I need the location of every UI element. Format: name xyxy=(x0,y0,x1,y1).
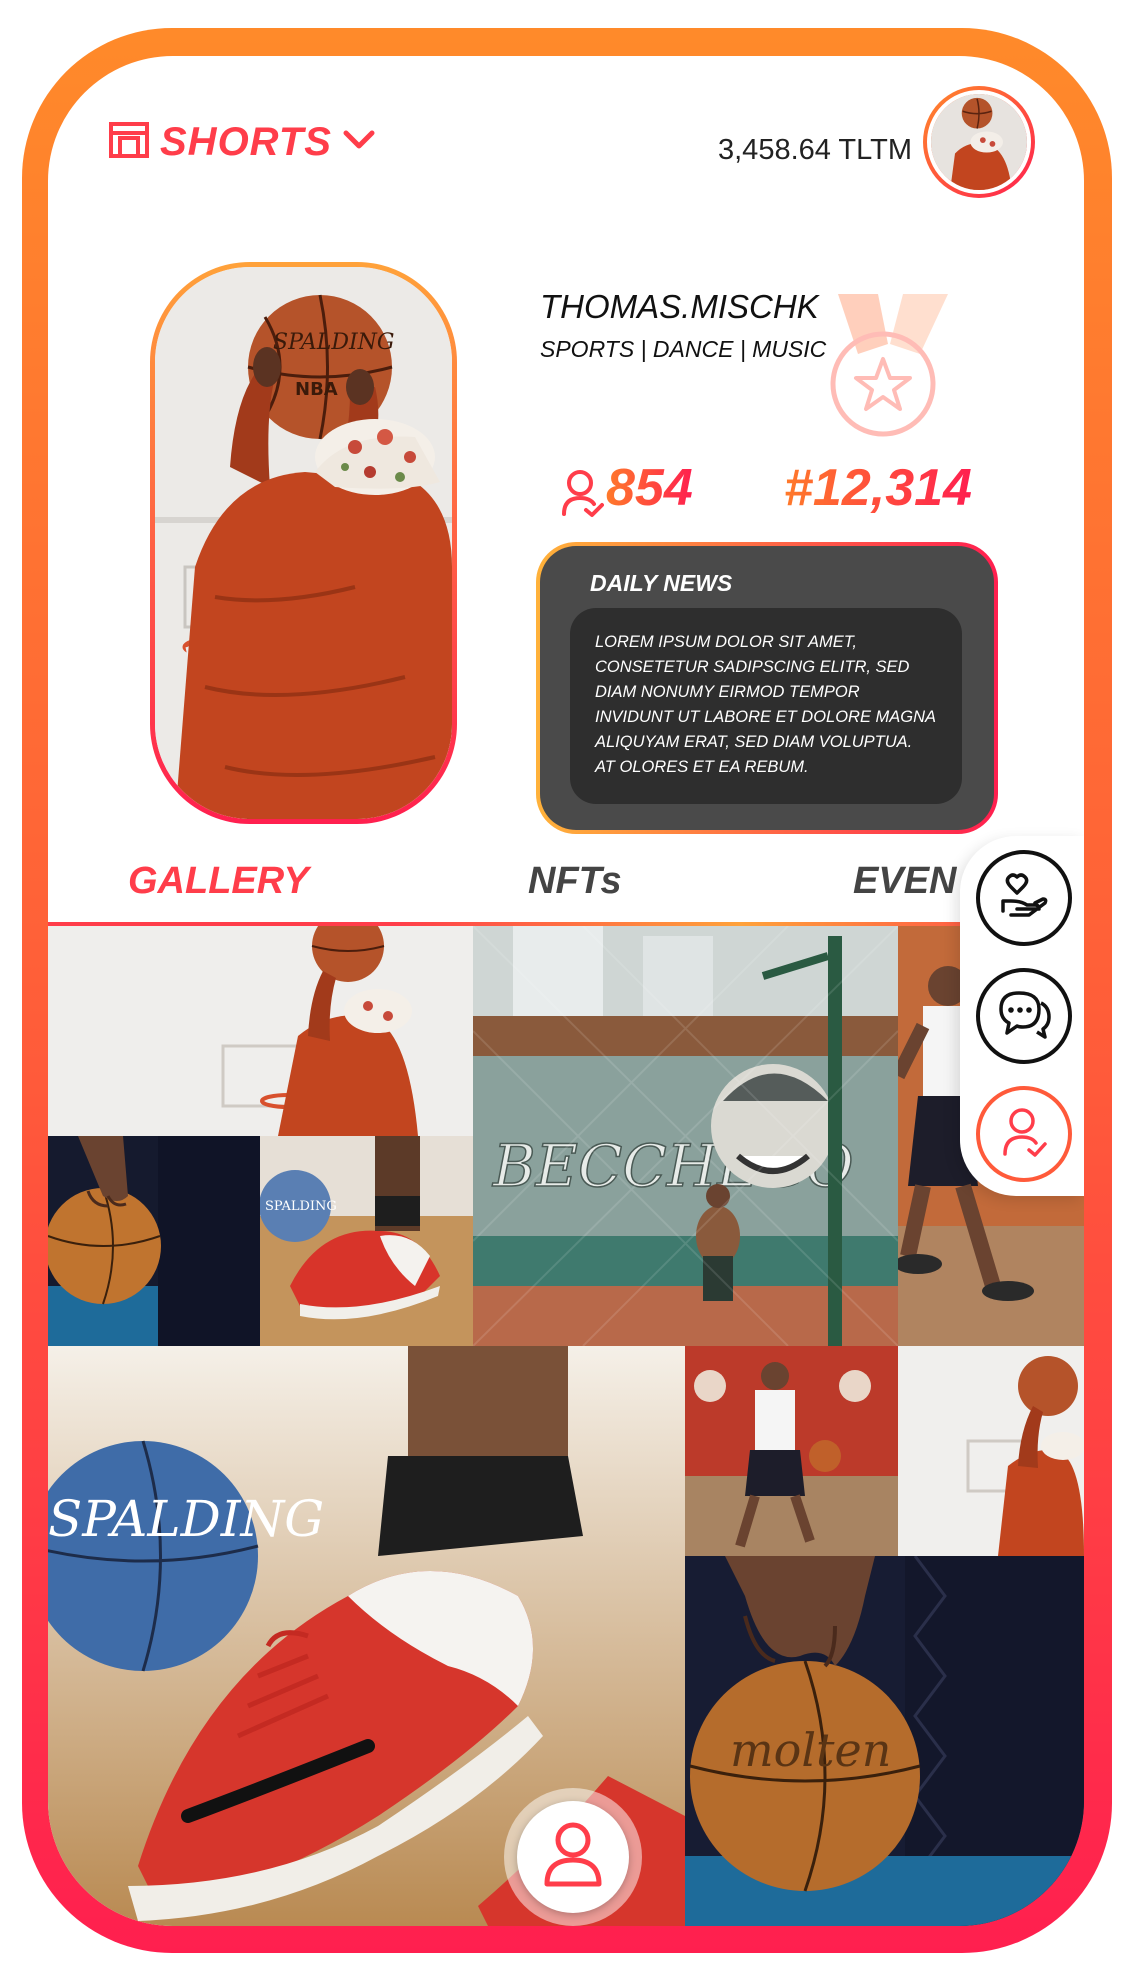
gallery-tile[interactable]: SPALDING xyxy=(260,1136,473,1346)
token-balance: 3,458.64 TLTM xyxy=(718,134,912,166)
follow-button[interactable] xyxy=(976,1086,1072,1182)
gallery-grid: SPALDING BECCHEGO SPALDING molten xyxy=(48,926,1084,1926)
chevron-down-icon xyxy=(342,128,376,157)
news-line: DIAM NONUMY EIRMOD TEMPOR xyxy=(595,683,860,701)
user-check-icon xyxy=(1001,1106,1047,1163)
profile-categories: SPORTS | DANCE | MUSIC xyxy=(540,336,827,362)
profile-button-inner xyxy=(517,1801,629,1913)
app-screen: SHORTS 3,458.64 TLTM SPALDING NBA THOMAS… xyxy=(48,56,1084,1926)
news-title: DAILY NEWS xyxy=(590,570,733,596)
user-avatar[interactable] xyxy=(923,86,1035,198)
gallery-tile[interactable] xyxy=(48,926,473,1136)
donate-button[interactable] xyxy=(976,850,1072,946)
profile-portrait: SPALDING NBA xyxy=(150,262,457,824)
daily-news-card: DAILY NEWS LOREM IPSUM DOLOR SIT AMET, C… xyxy=(536,542,998,834)
svg-text:SPALDING: SPALDING xyxy=(265,1199,337,1214)
gallery-tile[interactable] xyxy=(898,1346,1084,1556)
gallery-tile[interactable]: molten xyxy=(685,1556,1084,1926)
shorts-dropdown[interactable]: SHORTS xyxy=(108,120,376,165)
user-check-icon xyxy=(560,468,604,523)
bottom-profile-button[interactable] xyxy=(504,1788,642,1926)
tab-events[interactable]: EVEN xyxy=(853,860,956,903)
portrait-photo: SPALDING NBA xyxy=(155,267,452,819)
news-text: LOREM IPSUM DOLOR SIT AMET, CONSETETUR S… xyxy=(570,608,962,804)
avatar-photo xyxy=(927,90,1031,194)
chat-button[interactable] xyxy=(976,968,1072,1064)
profile-username: THOMAS.MISCHK xyxy=(540,288,819,325)
tab-gallery[interactable]: GALLERY xyxy=(128,860,309,903)
medal-icon xyxy=(808,284,958,459)
news-line: CONSETETUR SADIPSCING ELITR, SED xyxy=(595,658,910,676)
news-line: INVIDUNT UT LABORE ET DOLORE MAGNA xyxy=(595,708,937,726)
gallery-tile[interactable] xyxy=(685,1346,898,1556)
shorts-label: SHORTS xyxy=(160,120,332,164)
svg-text:NBA: NBA xyxy=(295,379,338,400)
followers-count: 854 xyxy=(606,459,693,517)
news-line: LOREM IPSUM DOLOR SIT AMET, xyxy=(595,633,857,651)
news-card-body: DAILY NEWS LOREM IPSUM DOLOR SIT AMET, C… xyxy=(540,546,994,830)
chat-icon xyxy=(997,989,1051,1044)
news-line: ALIQUYAM ERAT, SED DIAM VOLUPTUA. xyxy=(595,733,913,751)
profile-icon xyxy=(541,1820,605,1895)
donate-icon xyxy=(999,871,1049,926)
svg-text:SPALDING: SPALDING xyxy=(273,330,395,355)
gallery-tile[interactable]: BECCHEGO xyxy=(473,926,898,1346)
tab-nfts[interactable]: NFTs xyxy=(528,860,622,903)
news-line: AT OLORES ET EA REBUM. xyxy=(595,758,809,776)
gallery-tile[interactable] xyxy=(48,1136,260,1346)
rank-value: #12,314 xyxy=(784,459,972,517)
svg-text:SPALDING: SPALDING xyxy=(48,1490,324,1548)
svg-text:molten: molten xyxy=(730,1723,891,1777)
shorts-icon xyxy=(108,121,150,164)
